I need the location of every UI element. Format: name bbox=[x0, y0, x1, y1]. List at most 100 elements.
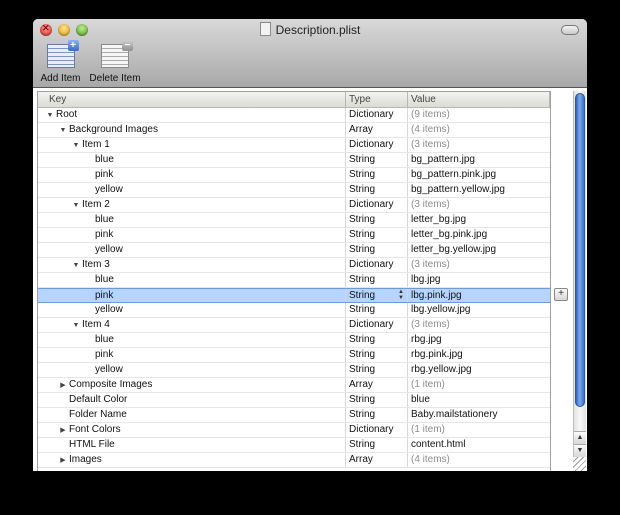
triangle-down-icon[interactable]: ▼ bbox=[46, 109, 54, 123]
add-item-button[interactable]: + Add Item bbox=[38, 40, 83, 84]
table-row[interactable]: yellow String rbg.yellow.jpg bbox=[38, 363, 550, 378]
value-cell[interactable]: rbg.jpg bbox=[408, 333, 550, 347]
table-row[interactable]: blue String lbg.jpg bbox=[38, 273, 550, 288]
table-row-selected[interactable]: pink String ▲ ▼ lbg.pink.jpg bbox=[38, 288, 550, 303]
triangle-right-icon[interactable]: ▶ bbox=[59, 454, 67, 468]
type-cell[interactable]: String bbox=[346, 393, 408, 407]
type-cell[interactable]: String bbox=[346, 408, 408, 422]
triangle-right-icon[interactable]: ▶ bbox=[59, 424, 67, 438]
value-cell[interactable]: letter_bg.yellow.jpg bbox=[408, 243, 550, 257]
key-cell[interactable]: pink bbox=[38, 348, 346, 362]
type-cell[interactable]: String bbox=[346, 273, 408, 287]
key-cell[interactable]: yellow bbox=[38, 183, 346, 197]
table-row[interactable]: yellow String lbg.yellow.jpg bbox=[38, 303, 550, 318]
value-cell[interactable]: (3 items) bbox=[408, 198, 550, 212]
type-cell[interactable]: Dictionary bbox=[346, 108, 408, 122]
table-row[interactable]: blue String letter_bg.jpg bbox=[38, 213, 550, 228]
table-row[interactable]: pink String bg_pattern.pink.jpg bbox=[38, 168, 550, 183]
key-cell[interactable]: blue bbox=[38, 273, 346, 287]
key-cell[interactable]: pink bbox=[38, 228, 346, 242]
table-row[interactable]: yellow String bg_pattern.yellow.jpg bbox=[38, 183, 550, 198]
key-cell[interactable]: pink bbox=[38, 168, 346, 182]
table-row[interactable]: ▼ Item 4 Dictionary (3 items) bbox=[38, 318, 550, 333]
delete-item-button[interactable]: − Delete Item bbox=[88, 40, 142, 84]
value-cell[interactable]: (3 items) bbox=[408, 318, 550, 332]
table-row[interactable]: ▶ Composite Images Array (1 item) bbox=[38, 378, 550, 393]
table-row[interactable]: ▶ Images Array (4 items) bbox=[38, 453, 550, 468]
type-cell[interactable]: Dictionary bbox=[346, 258, 408, 272]
value-cell[interactable]: Baby.mailstationery bbox=[408, 408, 550, 422]
type-cell[interactable]: Dictionary bbox=[346, 138, 408, 152]
vertical-scrollbar[interactable]: ▲ ▼ bbox=[573, 91, 586, 457]
key-cell[interactable]: ▼ Item 1 bbox=[38, 138, 346, 152]
value-cell[interactable]: lbg.pink.jpg bbox=[408, 289, 550, 302]
value-cell[interactable]: blue bbox=[408, 393, 550, 407]
type-cell[interactable]: Dictionary bbox=[346, 423, 408, 437]
key-cell[interactable]: ▼ Item 2 bbox=[38, 198, 346, 212]
key-cell[interactable]: yellow bbox=[38, 243, 346, 257]
type-cell[interactable]: String bbox=[346, 438, 408, 452]
type-cell[interactable]: String ▲ ▼ bbox=[346, 289, 408, 302]
key-cell[interactable]: ▶ Font Colors bbox=[38, 423, 346, 437]
triangle-down-icon[interactable]: ▼ bbox=[72, 259, 80, 273]
value-cell[interactable]: lbg.jpg bbox=[408, 273, 550, 287]
value-cell[interactable]: lbg.yellow.jpg bbox=[408, 303, 550, 317]
value-cell[interactable]: (3 items) bbox=[408, 258, 550, 272]
type-cell[interactable]: Array bbox=[346, 378, 408, 392]
triangle-down-icon[interactable]: ▼ bbox=[59, 124, 67, 138]
triangle-right-icon[interactable]: ▶ bbox=[59, 379, 67, 393]
type-cell[interactable]: Array bbox=[346, 453, 408, 467]
table-row[interactable]: ▼ Background Images Array (4 items) bbox=[38, 123, 550, 138]
type-cell[interactable]: String bbox=[346, 168, 408, 182]
table-row[interactable]: Folder Name String Baby.mailstationery bbox=[38, 408, 550, 423]
type-cell[interactable]: String bbox=[346, 348, 408, 362]
scroll-down-arrow-icon[interactable]: ▼ bbox=[574, 444, 586, 457]
type-cell[interactable]: Dictionary bbox=[346, 198, 408, 212]
column-header-key[interactable]: Key bbox=[38, 92, 346, 107]
table-row[interactable]: ▼ Item 2 Dictionary (3 items) bbox=[38, 198, 550, 213]
value-cell[interactable]: bg_pattern.yellow.jpg bbox=[408, 183, 550, 197]
value-cell[interactable]: (4 items) bbox=[408, 123, 550, 137]
table-row[interactable]: ▼ Item 1 Dictionary (3 items) bbox=[38, 138, 550, 153]
key-cell[interactable]: blue bbox=[38, 153, 346, 167]
value-cell[interactable]: rbg.yellow.jpg bbox=[408, 363, 550, 377]
key-cell[interactable]: ▶ Images bbox=[38, 453, 346, 467]
type-cell[interactable]: String bbox=[346, 243, 408, 257]
type-popup-arrows-icon[interactable]: ▲ ▼ bbox=[398, 289, 404, 301]
resize-grip-icon[interactable] bbox=[573, 457, 586, 471]
table-row[interactable]: blue String rbg.jpg bbox=[38, 333, 550, 348]
key-cell[interactable]: ▼ Item 4 bbox=[38, 318, 346, 332]
type-cell[interactable]: Array bbox=[346, 123, 408, 137]
type-cell[interactable]: String bbox=[346, 183, 408, 197]
scroll-thumb[interactable] bbox=[575, 93, 585, 407]
key-cell[interactable]: blue bbox=[38, 213, 346, 227]
triangle-down-icon[interactable]: ▼ bbox=[72, 199, 80, 213]
toolbar-toggle-button[interactable] bbox=[561, 25, 579, 35]
value-cell[interactable]: (3 items) bbox=[408, 138, 550, 152]
value-cell[interactable]: letter_bg.jpg bbox=[408, 213, 550, 227]
triangle-down-icon[interactable]: ▼ bbox=[72, 319, 80, 333]
table-row[interactable]: yellow String letter_bg.yellow.jpg bbox=[38, 243, 550, 258]
type-cell[interactable]: String bbox=[346, 303, 408, 317]
value-cell[interactable]: rbg.pink.jpg bbox=[408, 348, 550, 362]
key-cell[interactable]: Default Color bbox=[38, 393, 346, 407]
column-header-value[interactable]: Value bbox=[408, 92, 550, 107]
key-cell[interactable]: ▼ Background Images bbox=[38, 123, 346, 137]
scroll-up-arrow-icon[interactable]: ▲ bbox=[574, 431, 586, 444]
type-cell[interactable]: String bbox=[346, 363, 408, 377]
table-row[interactable]: ▼ Root Dictionary (9 items) bbox=[38, 108, 550, 123]
key-cell[interactable]: ▶ Composite Images bbox=[38, 378, 346, 392]
key-cell[interactable]: Folder Name bbox=[38, 408, 346, 422]
type-cell[interactable]: String bbox=[346, 333, 408, 347]
table-row[interactable]: HTML File String content.html bbox=[38, 438, 550, 453]
type-cell[interactable]: String bbox=[346, 228, 408, 242]
value-cell[interactable]: content.html bbox=[408, 438, 550, 452]
value-cell[interactable]: (1 item) bbox=[408, 423, 550, 437]
value-cell[interactable]: (9 items) bbox=[408, 108, 550, 122]
value-cell[interactable]: letter_bg.pink.jpg bbox=[408, 228, 550, 242]
column-header-type[interactable]: Type bbox=[346, 92, 408, 107]
key-cell[interactable]: pink bbox=[38, 289, 346, 302]
table-row[interactable]: pink String letter_bg.pink.jpg bbox=[38, 228, 550, 243]
key-cell[interactable]: yellow bbox=[38, 303, 346, 317]
key-cell[interactable]: ▼ Item 3 bbox=[38, 258, 346, 272]
